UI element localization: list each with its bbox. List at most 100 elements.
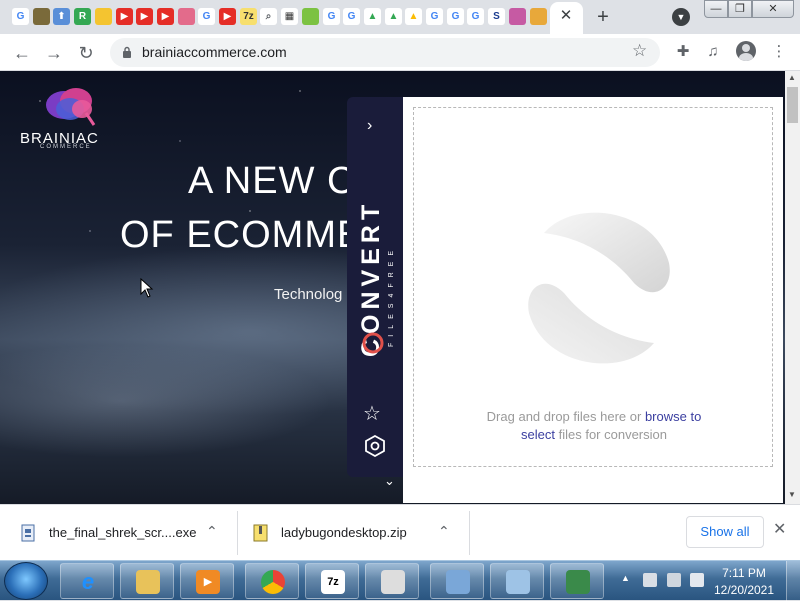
select-link[interactable]: select [521, 427, 555, 442]
taskbar-app-button[interactable]: 7z [305, 563, 359, 599]
zip-file-icon [253, 524, 268, 542]
film-icon[interactable]: ▦ [281, 8, 298, 25]
volume-icon[interactable] [690, 573, 704, 587]
start-button[interactable] [4, 562, 48, 600]
bird-icon[interactable] [509, 8, 526, 25]
address-bar[interactable]: brainiaccommerce.com ☆ [110, 38, 660, 67]
favorite-star-icon[interactable]: ☆ [363, 401, 381, 426]
windows-taskbar: ▲ 7:11 PM 12/20/2021 e ▶ 7z [0, 560, 800, 601]
7zip-icon[interactable]: 7z [240, 8, 257, 25]
media-control-icon[interactable]: ♫ [702, 41, 724, 63]
clock-date[interactable]: 12/20/2021 [712, 583, 776, 597]
download-filename: ladybugondesktop.zip [281, 525, 407, 540]
taskbar-app-button[interactable]: e [60, 563, 114, 599]
url-text[interactable]: brainiaccommerce.com [142, 44, 287, 60]
android-icon[interactable] [302, 8, 319, 25]
tab-search-button[interactable]: ▼ [672, 8, 690, 26]
chrome-icon [261, 570, 285, 594]
browse-link[interactable]: browse to [645, 409, 701, 424]
brain-logo-icon [46, 88, 96, 126]
drive-icon[interactable]: ▲ [405, 8, 422, 25]
close-window-button[interactable]: ✕ [752, 0, 794, 18]
download-item-1[interactable]: the_final_shrek_scr....exe ⌃ [20, 511, 230, 555]
photo-icon[interactable] [178, 8, 195, 25]
google-icon[interactable]: G [426, 8, 443, 25]
network-icon [446, 570, 470, 594]
download-item-2[interactable]: ladybugondesktop.zip ⌃ [252, 511, 462, 555]
close-tab-icon[interactable]: ✕ [558, 8, 574, 24]
settings-hexagon-icon[interactable] [364, 435, 386, 457]
hero-subheading: Technolog [274, 286, 343, 303]
hero-heading-line-1: A NEW C [188, 160, 356, 202]
drive-icon[interactable]: ▲ [364, 8, 381, 25]
gift-icon[interactable] [530, 8, 547, 25]
minimize-button[interactable]: — [704, 0, 728, 18]
download-bar: the_final_shrek_scr....exe ⌃ ladybugonde… [0, 504, 800, 560]
convert-extension-sidebar: › CONVERT FILES4FREE ☆ [347, 97, 403, 477]
show-hidden-icons-icon[interactable]: ▲ [621, 573, 630, 583]
maximize-button[interactable]: ❐ [728, 0, 752, 18]
taskbar-app-button[interactable] [490, 563, 544, 599]
google-icon[interactable]: G [323, 8, 340, 25]
divider [469, 511, 470, 555]
control-panel-icon [506, 570, 530, 594]
scroll-up-arrow-icon[interactable]: ▲ [788, 73, 796, 82]
internet-explorer-icon: e [81, 569, 95, 594]
youtube-icon[interactable]: ▶ [157, 8, 174, 25]
convert-brand-logo: CONVERT FILES4FREE [357, 200, 395, 357]
drive-icon[interactable]: ▲ [385, 8, 402, 25]
media-player-icon: ▶ [196, 570, 220, 594]
taskbar-app-button[interactable] [245, 563, 299, 599]
google-icon[interactable]: G [198, 8, 215, 25]
clock-time[interactable]: 7:11 PM [712, 566, 776, 580]
youtube-icon[interactable]: ▶ [219, 8, 236, 25]
extension-icon[interactable]: R [74, 8, 91, 25]
network-tray-icon[interactable] [667, 573, 681, 587]
taskbar-app-button[interactable] [120, 563, 174, 599]
show-desktop-button[interactable] [786, 561, 800, 601]
taskbar-app-button[interactable]: ▶ [180, 563, 234, 599]
mouse-cursor-icon [140, 278, 154, 298]
file-drop-zone[interactable]: Drag and drop files here or browse to se… [413, 107, 773, 467]
scrollbar-thumb[interactable] [787, 87, 798, 123]
taskbar-app-button[interactable] [550, 563, 604, 599]
google-icon[interactable]: G [12, 8, 29, 25]
google-icon[interactable]: G [467, 8, 484, 25]
download-options-chevron-icon[interactable]: ⌃ [438, 523, 450, 540]
drop-text-part-1: Drag and drop files here or [486, 409, 645, 424]
new-tab-button[interactable]: + [592, 6, 614, 28]
back-arrow-icon[interactable]: ← [10, 41, 34, 65]
youtube-icon[interactable]: ▶ [116, 8, 133, 25]
forward-arrow-icon[interactable]: → [42, 41, 66, 65]
google-icon[interactable]: G [447, 8, 464, 25]
search-icon[interactable]: ⌕ [260, 8, 277, 25]
menu-kebab-icon[interactable]: ⋮ [768, 41, 790, 63]
google-icon[interactable]: G [343, 8, 360, 25]
close-download-bar-icon[interactable]: ✕ [773, 519, 786, 539]
taskbar-app-button[interactable] [365, 563, 419, 599]
profile-avatar-icon[interactable] [736, 41, 756, 61]
docs-icon[interactable] [95, 8, 112, 25]
bookmark-star-icon[interactable]: ☆ [632, 41, 647, 61]
page-scrollbar[interactable]: ▲ ▼ [785, 71, 800, 504]
logo-subtext: COMMERCE [40, 144, 92, 150]
hero-heading-line-2: OF ECOMME [120, 214, 364, 256]
s-icon[interactable]: S [488, 8, 505, 25]
divider [237, 511, 238, 555]
youtube-icon[interactable]: ▶ [136, 8, 153, 25]
download-options-chevron-icon[interactable]: ⌃ [206, 523, 218, 540]
reload-icon[interactable]: ↻ [74, 41, 98, 65]
action-center-flag-icon[interactable] [643, 573, 657, 587]
executable-file-icon [21, 524, 35, 542]
shield-extension-icon[interactable] [33, 8, 50, 25]
scroll-down-arrow-icon[interactable]: ▼ [788, 490, 796, 499]
show-all-downloads-button[interactable]: Show all [686, 516, 764, 548]
drop-text-part-2: files for conversion [554, 427, 667, 442]
upload-icon[interactable]: ⬆ [53, 8, 70, 25]
taskbar-app-button[interactable] [430, 563, 484, 599]
file-explorer-icon [136, 570, 160, 594]
expand-down-chevron-icon[interactable]: ⌄ [384, 473, 395, 489]
collapse-chevron-icon[interactable]: › [367, 117, 372, 135]
download-filename: the_final_shrek_scr....exe [49, 525, 197, 540]
extensions-puzzle-icon[interactable]: ✚ [672, 41, 694, 63]
